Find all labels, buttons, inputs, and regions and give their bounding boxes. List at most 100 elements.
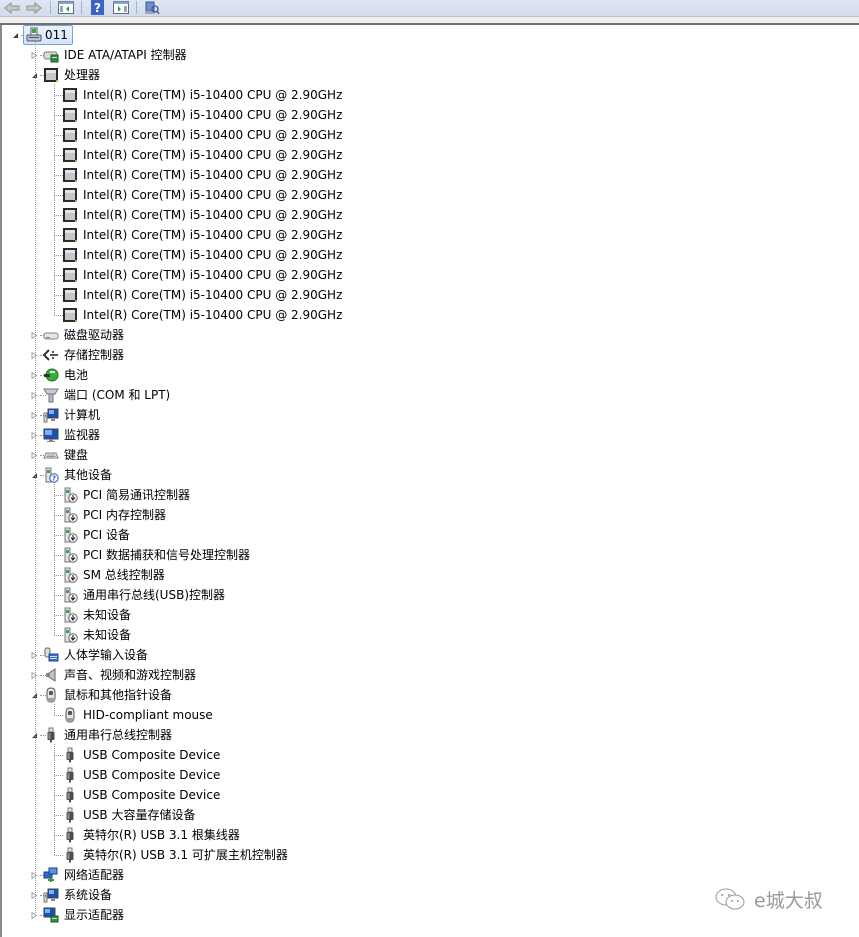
tree-device[interactable]: PCI 设备 — [62, 525, 132, 545]
tree-device[interactable]: PCI 简易通讯控制器 — [62, 485, 192, 505]
tree-category[interactable]: IDE ATA/ATAPI 控制器 — [43, 45, 189, 65]
disk-drive-icon — [43, 327, 59, 343]
tree-device[interactable]: 未知设备 — [62, 605, 133, 625]
tree-device[interactable]: Intel(R) Core(TM) i5-10400 CPU @ 2.90GHz — [62, 185, 344, 205]
tree-category[interactable]: 监视器 — [43, 425, 102, 445]
tree-category-label: 存储控制器 — [64, 348, 125, 362]
keyboard-icon — [43, 447, 59, 463]
tree-category[interactable]: 键盘 — [43, 445, 90, 465]
monitor-icon — [43, 427, 59, 443]
tree-category[interactable]: 计算机 — [43, 405, 102, 425]
tree-device[interactable]: Intel(R) Core(TM) i5-10400 CPU @ 2.90GHz — [62, 305, 344, 325]
tree-device-label: Intel(R) Core(TM) i5-10400 CPU @ 2.90GHz — [83, 268, 343, 282]
tree-device[interactable]: 英特尔(R) USB 3.1 可扩展主机控制器 — [62, 845, 290, 865]
tree-device[interactable]: 未知设备 — [62, 625, 133, 645]
tree-device-label: USB Composite Device — [83, 788, 221, 802]
forward-button[interactable] — [25, 0, 43, 15]
tree-device[interactable]: Intel(R) Core(TM) i5-10400 CPU @ 2.90GHz — [62, 125, 344, 145]
tree-device[interactable]: SM 总线控制器 — [62, 565, 167, 585]
tree-device-label: 未知设备 — [83, 628, 132, 642]
tree-root-selected[interactable]: 011 — [23, 25, 73, 45]
tree-device-label: Intel(R) Core(TM) i5-10400 CPU @ 2.90GHz — [83, 188, 343, 202]
collapse-toggle[interactable] — [12, 32, 19, 39]
usb-icon — [62, 787, 78, 803]
tree-category[interactable]: 人体学输入设备 — [43, 645, 150, 665]
scan-hardware-icon — [145, 1, 160, 14]
tree-device[interactable]: HID-compliant mouse — [62, 705, 215, 725]
tree-device-label: Intel(R) Core(TM) i5-10400 CPU @ 2.90GHz — [83, 128, 343, 142]
tree-category[interactable]: 通用串行总线控制器 — [43, 725, 174, 745]
tree-category-label: 计算机 — [64, 408, 101, 422]
tree-device-label: Intel(R) Core(TM) i5-10400 CPU @ 2.90GHz — [83, 228, 343, 242]
tree-device[interactable]: Intel(R) Core(TM) i5-10400 CPU @ 2.90GHz — [62, 265, 344, 285]
show-hide-console-tree-button[interactable] — [57, 0, 75, 15]
tree-category-label: 声音、视频和游戏控制器 — [64, 668, 197, 682]
computer-monitor-icon — [43, 407, 59, 423]
back-button[interactable] — [3, 0, 21, 15]
tree-device[interactable]: USB 大容量存储设备 — [62, 805, 197, 825]
usb-icon — [43, 727, 59, 743]
tree-category-label: 处理器 — [64, 68, 101, 82]
show-hide-action-pane-button[interactable] — [112, 0, 130, 15]
tree-root[interactable]: 011 — [23, 25, 73, 45]
tree-category[interactable]: 存储控制器 — [42, 345, 126, 365]
tree-device[interactable]: 通用串行总线(USB)控制器 — [62, 585, 227, 605]
device-tree[interactable]: 011 IDE ATA/ATAPI 控制器 处理器 Intel(R) Core(TM)… — [0, 25, 859, 937]
tree-category[interactable]: 鼠标和其他指针设备 — [43, 685, 174, 705]
toolbar: ? — [0, 0, 859, 17]
usb-icon — [62, 847, 78, 863]
tree-device[interactable]: PCI 内存控制器 — [62, 505, 168, 525]
tree-device[interactable]: Intel(R) Core(TM) i5-10400 CPU @ 2.90GHz — [62, 285, 344, 305]
tree-category[interactable]: 网络适配器 — [43, 865, 126, 885]
scan-hardware-button[interactable] — [143, 0, 161, 15]
tree-device[interactable]: USB Composite Device — [62, 785, 222, 805]
tree-device-label: PCI 内存控制器 — [83, 508, 166, 522]
tree-device-label: Intel(R) Core(TM) i5-10400 CPU @ 2.90GHz — [83, 208, 343, 222]
tree-device[interactable]: Intel(R) Core(TM) i5-10400 CPU @ 2.90GHz — [62, 225, 344, 245]
unknown-device-icon: ? — [43, 467, 59, 483]
tree-category-label: 鼠标和其他指针设备 — [64, 688, 173, 702]
tree-device-label: Intel(R) Core(TM) i5-10400 CPU @ 2.90GHz — [83, 148, 343, 162]
tree-device-label: USB Composite Device — [83, 768, 221, 782]
system-device-icon — [43, 887, 59, 903]
tree-device[interactable]: Intel(R) Core(TM) i5-10400 CPU @ 2.90GHz — [62, 205, 344, 225]
tree-category[interactable]: 系统设备 — [43, 885, 114, 905]
tree-category[interactable]: 显示适配器 — [43, 905, 126, 925]
tree-device[interactable]: Intel(R) Core(TM) i5-10400 CPU @ 2.90GHz — [62, 105, 344, 125]
tree-category[interactable]: 电池 — [43, 365, 90, 385]
tree-category-label: 磁盘驱动器 — [64, 328, 125, 342]
tree-category-label: 系统设备 — [64, 888, 113, 902]
tree-category[interactable]: ? 其他设备 — [43, 465, 114, 485]
help-button[interactable]: ? — [88, 0, 106, 15]
tree-device[interactable]: Intel(R) Core(TM) i5-10400 CPU @ 2.90GHz — [62, 165, 344, 185]
toolbar-separator — [81, 1, 82, 14]
arrow-right-icon — [26, 1, 42, 14]
svg-text:?: ? — [94, 1, 101, 15]
tree-category[interactable]: 声音、视频和游戏控制器 — [43, 665, 198, 685]
action-pane-icon — [113, 1, 129, 14]
tree-device[interactable]: Intel(R) Core(TM) i5-10400 CPU @ 2.90GHz — [62, 245, 344, 265]
tree-connector — [35, 42, 36, 915]
tree-device[interactable]: Intel(R) Core(TM) i5-10400 CPU @ 2.90GHz — [62, 85, 344, 105]
mouse-icon — [62, 707, 78, 723]
processor-icon — [62, 147, 78, 163]
tree-device-label: Intel(R) Core(TM) i5-10400 CPU @ 2.90GHz — [83, 308, 343, 322]
tree-device[interactable]: PCI 数据捕获和信号处理控制器 — [62, 545, 252, 565]
tree-device-label: HID-compliant mouse — [83, 708, 213, 722]
tree-category[interactable]: 磁盘驱动器 — [43, 325, 126, 345]
processor-icon — [62, 247, 78, 263]
tree-device-label: Intel(R) Core(TM) i5-10400 CPU @ 2.90GHz — [83, 168, 343, 182]
watermark-text: e城大叔 — [754, 890, 823, 912]
tree-category[interactable]: 处理器 — [43, 65, 102, 85]
tree-device[interactable]: USB Composite Device — [62, 745, 222, 765]
tree-device[interactable]: USB Composite Device — [62, 765, 222, 785]
tree-category-label: IDE ATA/ATAPI 控制器 — [64, 48, 187, 62]
hid-icon — [43, 647, 59, 663]
svg-text:?: ? — [52, 475, 56, 483]
tree-device[interactable]: Intel(R) Core(TM) i5-10400 CPU @ 2.90GHz — [62, 145, 344, 165]
tree-device[interactable]: 英特尔(R) USB 3.1 根集线器 — [62, 825, 242, 845]
unknown-device-warning-icon — [62, 607, 78, 623]
help-icon: ? — [90, 0, 104, 15]
unknown-device-warning-icon — [62, 587, 78, 603]
tree-category[interactable]: 端口 (COM 和 LPT) — [43, 385, 172, 405]
